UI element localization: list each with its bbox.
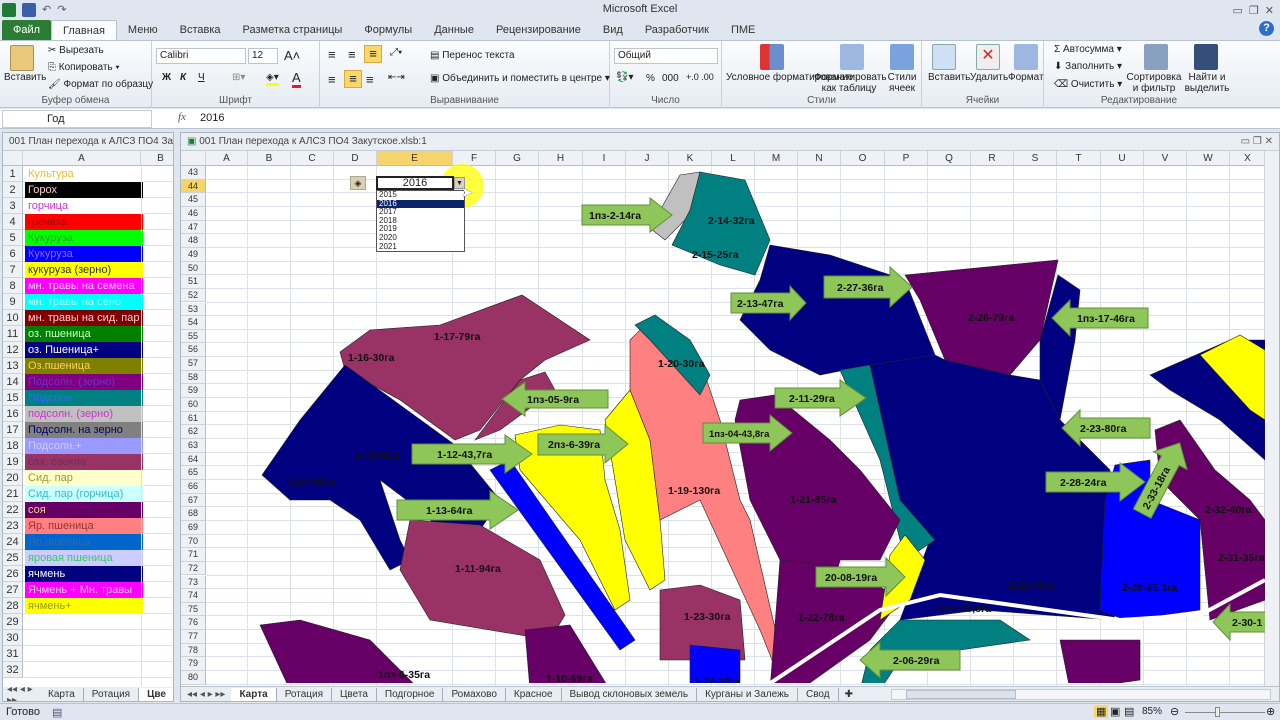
zoom-slider[interactable] <box>1185 707 1265 717</box>
status-ready: Готово <box>6 706 40 718</box>
year-option[interactable]: 2021 <box>377 242 464 252</box>
arrow-label: 2-27-36га <box>837 282 884 294</box>
arrow-label: 2-23-80га <box>1080 423 1127 435</box>
field-label: 1-11-94га <box>455 563 501 575</box>
field-label: 2-07-20,8га <box>936 603 991 615</box>
field-label: 1-20-30га <box>658 358 705 370</box>
field-label: 2-14-32га <box>708 215 755 227</box>
field-polygon <box>689 644 741 683</box>
normal-view-icon[interactable]: ▦ <box>1094 705 1109 718</box>
arrow-label: 1пз-17-46га <box>1077 313 1135 325</box>
field-label: 1-24-29га <box>694 676 741 688</box>
arrow-label: 1-12-43,7га <box>437 449 492 461</box>
arrow-label: 2-28-24га <box>1060 477 1107 489</box>
field-label: 1-14-49га <box>288 476 335 488</box>
field-label: 2-26-79га <box>968 312 1015 324</box>
field-label: 1-17-79га <box>434 331 481 343</box>
zoom-slider-thumb[interactable] <box>1215 707 1220 717</box>
field-polygon <box>1059 639 1141 683</box>
macro-record-icon[interactable]: ▤ <box>52 706 62 719</box>
arrow-label: 1пз-05-9га <box>527 394 579 406</box>
arrow-label: 2пз-6-39га <box>548 439 600 451</box>
field-label: 1пз-6-35га <box>378 669 430 681</box>
zoom-out-icon[interactable]: ⊖ <box>1170 705 1179 718</box>
field-label: 2-22-79га <box>1008 580 1055 592</box>
year-cell[interactable]: 2016 <box>376 176 454 190</box>
arrow-label: 2-30-1 <box>1232 617 1263 629</box>
field-label: 2-15-25га <box>692 249 739 261</box>
field-label: 1-10-69га <box>546 673 593 685</box>
zoom-level[interactable]: 85% <box>1142 706 1162 717</box>
field-map: 2-14-32га 2-15-25га 2-26-79га 1-17-79га … <box>259 171 1265 688</box>
field-label: 1-15-88,2 <box>355 450 400 462</box>
field-label: 1-23-30га <box>684 611 731 623</box>
arrow-label: 20-08-19га <box>825 572 877 584</box>
arrow-label: 1-13-64га <box>426 505 473 517</box>
field-label: 1-21-85га <box>790 494 837 506</box>
year-dropdown-list: 2015 2016 2017 2018 2019 2020 2021 <box>376 190 465 252</box>
page-break-view-icon[interactable]: ▤ <box>1124 705 1134 718</box>
zoom-in-icon[interactable]: ⊕ <box>1266 705 1275 718</box>
status-bar: Готово ▤ ▦ ▣ ▤ 85% ⊖ ⊕ <box>0 703 1280 720</box>
validation-info-icon[interactable]: ◈ <box>350 176 366 190</box>
arrow-label: 1пз-2-14га <box>589 210 641 222</box>
arrow-label: 2-13-47га <box>737 298 784 310</box>
arrow-label: 2-06-29га <box>893 655 940 667</box>
arrow-label: 1пз-04-43,8га <box>709 429 770 440</box>
mouse-cursor-icon: ➤ <box>461 184 473 200</box>
field-label: 2-31-35га <box>1218 552 1265 564</box>
field-label: 2-29-65,3га <box>1122 582 1177 594</box>
arrow-label: 2-11-29га <box>789 393 835 405</box>
field-label: 1-16-30га <box>348 352 395 364</box>
page-layout-view-icon[interactable]: ▣ <box>1110 705 1120 718</box>
field-label: 1-19-130га <box>668 485 720 497</box>
field-label: 2-32-40га <box>1205 504 1252 516</box>
field-label: 1-22-78га <box>798 612 845 624</box>
